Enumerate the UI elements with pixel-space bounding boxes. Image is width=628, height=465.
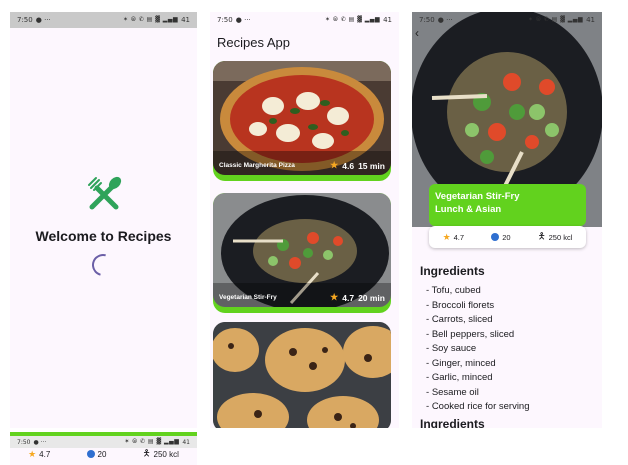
star-icon: ★ <box>442 231 451 242</box>
app-title: Recipes App <box>217 35 290 50</box>
list-item: Tofu, cubed <box>426 284 530 299</box>
list-item: Soy sauce <box>426 342 530 357</box>
recipe-detail-screen: 7:50 ● ··· ✶ ⦾ ✆ ▤ ▓ ▂▄▆ 41 ‹ Vegetarian S… <box>412 12 602 428</box>
status-left-icons: ● ··· <box>437 16 453 24</box>
list-item: Carrots, sliced <box>426 313 530 328</box>
status-time: 7:50 <box>419 16 435 24</box>
recipe-name: Vegetarian Stir-Fry <box>219 294 277 301</box>
back-arrow-icon[interactable]: ‹ <box>415 26 419 40</box>
stats-row: ★ 4.7 20 🯅 250 kcl <box>10 446 197 462</box>
star-icon: ★ <box>330 292 339 302</box>
card-label-row: Vegetarian Stir-Fry ★ 4.7 20 min <box>219 292 385 303</box>
recipe-time: 20 min <box>358 292 385 303</box>
status-left-icons: ● ··· <box>35 16 51 24</box>
recipe-meta: ★ 4.7 20 min <box>330 292 385 303</box>
calories-value: 250 kcl <box>153 449 179 459</box>
list-item: Sesame oil <box>426 386 530 401</box>
status-bar: 7:50 ● ··· ✶ ⦾ ✆ ▤ ▓ ▂▄▆ 41 <box>210 12 399 28</box>
list-item: Cooked rice for serving <box>426 400 530 415</box>
loading-spinner <box>87 249 119 281</box>
status-icons: ✶ ⦾ ✆ ▤ ▓ ▂▄▆ <box>325 16 381 23</box>
detail-fragment: 7:50 ● ··· ✶ ⦾ ✆ ▤ ▓ ▂▄▆ 41 ★ 4.7 20 🯅 250 k… <box>10 432 197 465</box>
rating-value: 4.7 <box>39 449 51 459</box>
cookies-image <box>213 322 391 428</box>
fork-spoon-icon <box>88 176 122 210</box>
recipe-title-badge: Vegetarian Stir-Fry Lunch & Asian <box>429 184 586 226</box>
list-item: Broccoli florets <box>426 299 530 314</box>
battery-level: 41 <box>586 16 595 24</box>
status-icons: ✶ ⦾ ✆ ▤ ▓ ▂▄▆ <box>124 438 180 445</box>
calories-stat: 🯅 250 kcl <box>143 446 179 462</box>
recipe-card-pizza[interactable]: Classic Margherita Pizza ★ 4.6 15 min <box>213 61 391 181</box>
time-stat: 20 <box>491 232 511 242</box>
timer-icon <box>86 450 95 458</box>
status-bar: 7:50 ● ··· ✶ ⦾ ✆ ▤ ▓ ▂▄▆ 41 <box>10 12 197 28</box>
recipe-stats-bar: ★ 4.7 20 🯅 250 kcl <box>429 226 586 248</box>
ingredients-list: Tofu, cubed Broccoli florets Carrots, sl… <box>426 284 530 415</box>
status-time: 7:50 <box>17 438 31 446</box>
status-icons: ✶ ⦾ ✆ ▤ ▓ ▂▄▆ <box>528 16 584 23</box>
rating-value: 4.7 <box>453 232 465 242</box>
recipe-name: Classic Margherita Pizza <box>219 162 295 169</box>
status-icons: ✶ ⦾ ✆ ▤ ▓ ▂▄▆ <box>123 16 179 23</box>
time-stat: 20 <box>86 449 107 459</box>
list-item: Ginger, minced <box>426 357 530 372</box>
status-time: 7:50 <box>17 16 33 24</box>
list-item: Garlic, minced <box>426 371 530 386</box>
stir-fry-image <box>213 193 391 307</box>
star-icon: ★ <box>28 448 37 459</box>
battery-level: 41 <box>182 438 190 446</box>
recipe-card-cookies[interactable] <box>213 322 391 428</box>
time-value: 20 <box>502 232 511 242</box>
pizza-image <box>213 61 391 175</box>
rating-stat: ★ 4.7 <box>443 232 465 243</box>
recipe-time: 15 min <box>358 160 385 171</box>
calories-stat: 🯅 250 kcl <box>538 229 573 245</box>
list-item: Bell peppers, sliced <box>426 328 530 343</box>
recipe-title: Vegetarian Stir-Fry <box>435 191 520 202</box>
status-left-icons: ● ··· <box>33 438 47 446</box>
status-left-icons: ● ··· <box>235 16 251 24</box>
recipe-rating: 4.7 <box>342 292 355 303</box>
recipe-subtitle: Lunch & Asian <box>435 204 502 215</box>
recipe-card-stir-fry[interactable]: Vegetarian Stir-Fry ★ 4.7 20 min <box>213 193 391 313</box>
welcome-title: Welcome to Recipes <box>35 228 172 244</box>
calories-value: 250 kcl <box>548 232 573 242</box>
rating-stat: ★ 4.7 <box>28 449 50 460</box>
splash-screen: 7:50 ● ··· ✶ ⦾ ✆ ▤ ▓ ▂▄▆ 41 Welcome to Rec… <box>10 12 197 428</box>
recipe-meta: ★ 4.6 15 min <box>330 160 385 171</box>
star-icon: ★ <box>330 160 339 170</box>
ingredients-heading-2: Ingredients <box>420 417 485 428</box>
person-icon: 🯅 <box>142 448 151 458</box>
recipe-list-screen: 7:50 ● ··· ✶ ⦾ ✆ ▤ ▓ ▂▄▆ 41 Recipes App Cl… <box>210 12 399 428</box>
battery-level: 41 <box>181 16 190 24</box>
recipe-rating: 4.6 <box>342 160 355 171</box>
battery-level: 41 <box>383 16 392 24</box>
timer-icon <box>491 233 500 241</box>
card-label-row: Classic Margherita Pizza ★ 4.6 15 min <box>219 160 385 171</box>
status-time: 7:50 <box>217 16 233 24</box>
status-bar: 7:50 ● ··· ✶ ⦾ ✆ ▤ ▓ ▂▄▆ 41 <box>412 12 602 28</box>
person-icon: 🯅 <box>537 231 546 241</box>
time-value: 20 <box>97 449 107 459</box>
ingredients-heading: Ingredients <box>420 264 485 278</box>
